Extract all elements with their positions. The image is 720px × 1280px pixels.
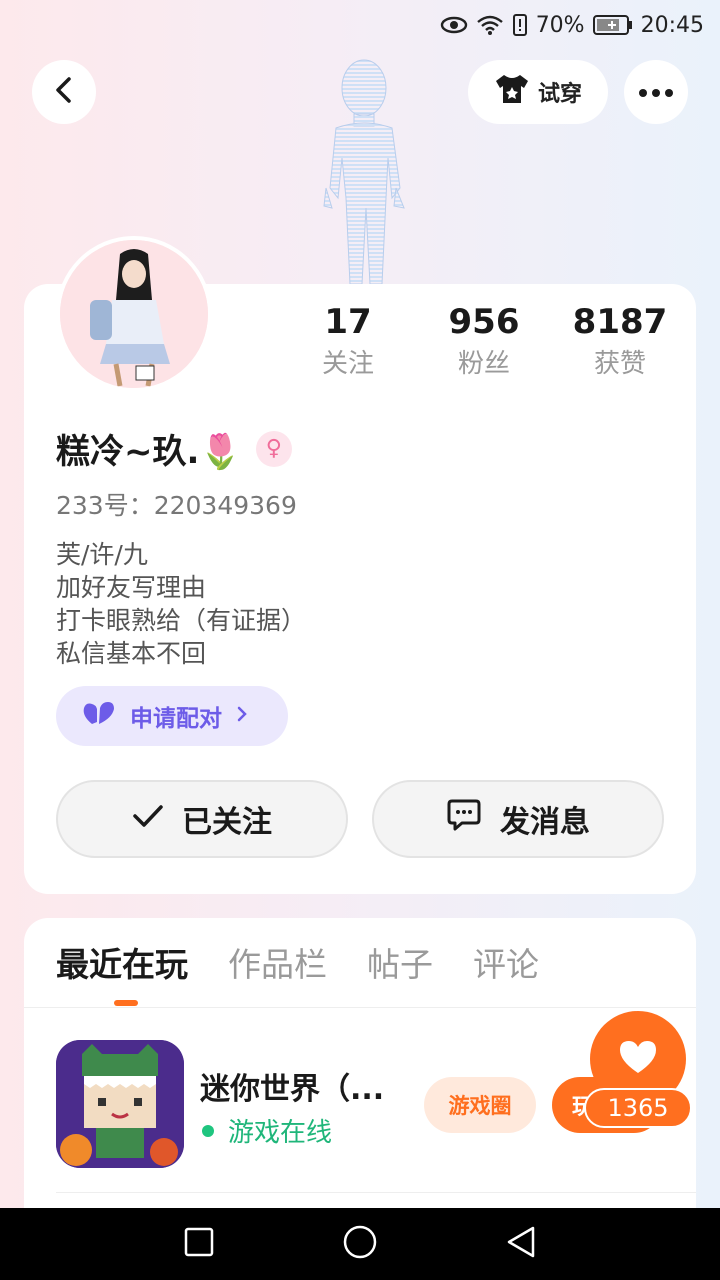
user-id[interactable]: 233号：220349369 <box>56 486 297 522</box>
try-on-label: 试穿 <box>537 82 582 107</box>
followed-label: 已关注 <box>182 805 272 840</box>
send-message-button[interactable]: 发消息 <box>372 780 664 858</box>
stat-following[interactable]: 17 关注 <box>293 300 403 384</box>
like-count: 1365 <box>584 1088 692 1128</box>
tshirt-icon <box>494 73 530 111</box>
more-icon <box>638 83 674 102</box>
following-count: 17 <box>324 302 372 342</box>
clock: 20:45 <box>640 12 704 38</box>
chevron-right-icon <box>236 703 248 729</box>
bio: 芙/许/九 加好友写理由 打卡眼熟给（有证据） 私信基本不回 <box>56 538 306 670</box>
avatar[interactable] <box>56 236 212 392</box>
check-icon <box>132 802 164 837</box>
bio-line: 私信基本不回 <box>56 639 207 668</box>
stat-followers[interactable]: 956 粉丝 <box>429 300 539 384</box>
bio-line: 加好友写理由 <box>56 573 207 602</box>
game-status-label: 游戏在线 <box>228 1118 333 1148</box>
eye-icon <box>440 15 468 35</box>
battery-alert-icon <box>512 13 528 37</box>
followed-button[interactable]: 已关注 <box>56 780 348 858</box>
likes-count: 8187 <box>572 302 668 342</box>
game-name[interactable]: 迷你世界（... <box>200 1064 384 1108</box>
heart-pair-icon <box>82 700 116 732</box>
match-request-button[interactable]: 申请配对 <box>56 686 288 746</box>
bio-line: 芙/许/九 <box>56 540 148 569</box>
battery-icon <box>592 14 633 36</box>
recent-apps-icon[interactable] <box>183 1226 215 1262</box>
more-button[interactable] <box>624 60 688 124</box>
nickname-row: 糕冷~玖.🌷 ♀ <box>56 424 292 473</box>
game-status: 游戏在线 <box>202 1112 332 1149</box>
online-dot-icon <box>202 1124 214 1137</box>
back-button[interactable] <box>32 60 96 124</box>
navigation-bar <box>0 1208 720 1280</box>
heart-icon <box>618 1039 658 1079</box>
following-label: 关注 <box>321 349 374 379</box>
tab-recently-played[interactable]: 最近在玩 <box>56 940 188 990</box>
profile-tabs: 最近在玩 作品栏 帖子 评论 <box>56 940 539 990</box>
tab-posts[interactable]: 帖子 <box>367 940 433 990</box>
female-icon: ♀ <box>255 430 292 467</box>
stat-likes[interactable]: 8187 获赞 <box>565 300 675 384</box>
hologram-avatar-figure[interactable] <box>296 48 426 288</box>
wifi-icon <box>476 14 504 36</box>
game-circle-button[interactable]: 游戏圈 <box>424 1077 536 1133</box>
followers-label: 粉丝 <box>457 349 510 379</box>
home-icon[interactable] <box>342 1224 378 1264</box>
match-request-label: 申请配对 <box>130 706 222 732</box>
back-triangle-icon[interactable] <box>505 1225 537 1263</box>
bio-line: 打卡眼熟给（有证据） <box>56 606 307 635</box>
battery-percent: 70% <box>535 12 585 38</box>
active-tab-indicator <box>114 1000 138 1006</box>
tab-comments[interactable]: 评论 <box>473 940 539 990</box>
followers-count: 956 <box>448 302 520 342</box>
back-arrow-icon <box>52 76 76 108</box>
send-message-label: 发消息 <box>500 805 590 840</box>
tab-works[interactable]: 作品栏 <box>228 940 327 990</box>
divider <box>56 1192 696 1193</box>
likes-label: 获赞 <box>593 349 646 379</box>
status-bar: 70% 20:45 <box>0 0 720 50</box>
chat-bubble-icon <box>446 798 482 840</box>
nickname: 糕冷~玖.🌷 <box>56 432 242 472</box>
divider <box>24 1007 696 1008</box>
game-icon[interactable] <box>56 1040 184 1168</box>
try-on-button[interactable]: 试穿 <box>468 60 608 124</box>
